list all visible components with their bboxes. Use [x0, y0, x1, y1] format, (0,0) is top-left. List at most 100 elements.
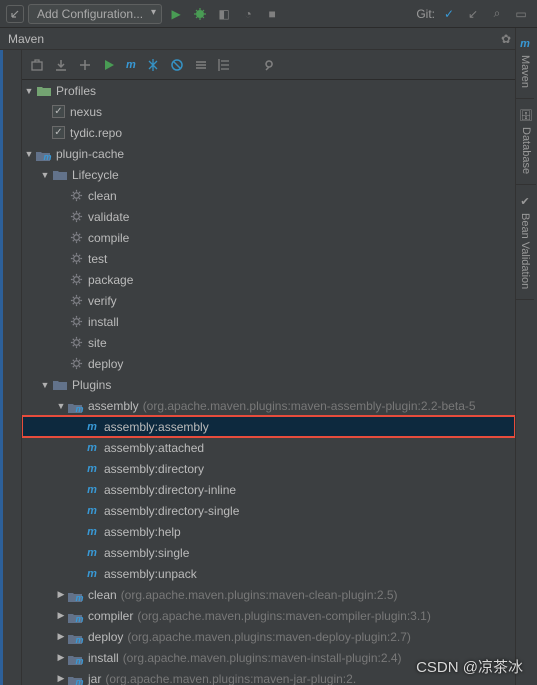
node-label: plugin-cache	[56, 147, 124, 161]
split-editor-button[interactable]: ▭	[511, 4, 531, 24]
left-accent	[0, 50, 3, 685]
tree-node-plugin[interactable]: ▶mdeploy(org.apache.maven.plugins:maven-…	[22, 626, 515, 647]
coverage-button[interactable]: ◧	[214, 4, 234, 24]
tree-node-lifecycle-phase[interactable]: ▶test	[22, 248, 515, 269]
tree-node-lifecycle-phase[interactable]: ▶site	[22, 332, 515, 353]
tree-node-plugin-goal[interactable]: ▶massembly:assembly	[22, 416, 515, 437]
node-label: validate	[88, 210, 129, 224]
gear-icon	[68, 272, 84, 288]
node-label: assembly:assembly	[104, 420, 209, 434]
maven-toolbar: m	[0, 50, 537, 80]
node-label: Lifecycle	[72, 168, 119, 182]
tree-node-plugin-goal[interactable]: ▶massembly:attached	[22, 437, 515, 458]
node-label: assembly:single	[104, 546, 189, 560]
node-sublabel: (org.apache.maven.plugins:maven-clean-pl…	[121, 588, 398, 602]
right-sidebar: mMaven 🗄Database ✔Bean Validation	[515, 28, 537, 685]
node-label: assembly:help	[104, 525, 181, 539]
checkbox-icon[interactable]	[52, 105, 65, 118]
tree-node-lifecycle-phase[interactable]: ▶verify	[22, 290, 515, 311]
profiler-button[interactable]: ◔	[238, 4, 258, 24]
maven-plugin-icon: m	[68, 629, 84, 645]
node-label: verify	[88, 294, 117, 308]
run-maven-build-icon[interactable]	[102, 58, 116, 72]
maven-plugin-icon: m	[68, 608, 84, 624]
tree-node-lifecycle-phase[interactable]: ▶deploy	[22, 353, 515, 374]
node-label: assembly:directory	[104, 462, 204, 476]
run-config-select[interactable]: Add Configuration...	[28, 4, 162, 24]
gear-icon	[68, 188, 84, 204]
node-label: assembly:directory-inline	[104, 483, 236, 497]
gear-icon	[68, 293, 84, 309]
node-label: compile	[88, 231, 129, 245]
tree-node-lifecycle[interactable]: ▼ Lifecycle	[22, 164, 515, 185]
gear-icon	[68, 314, 84, 330]
maven-plugin-icon: m	[68, 398, 84, 414]
show-dependencies-icon[interactable]	[194, 58, 208, 72]
tree-node-lifecycle-phase[interactable]: ▶package	[22, 269, 515, 290]
tree-node-plugin-goal[interactable]: ▶massembly:directory-single	[22, 500, 515, 521]
settings-icon[interactable]: ✿	[501, 32, 511, 46]
tree-node-lifecycle-phase[interactable]: ▶compile	[22, 227, 515, 248]
tree-node-lifecycle-phase[interactable]: ▶clean	[22, 185, 515, 206]
tree-node-plugin[interactable]: ▶mcompiler(org.apache.maven.plugins:mave…	[22, 605, 515, 626]
node-label: test	[88, 252, 107, 266]
maven-module-icon: m	[36, 146, 52, 162]
folder-icon	[36, 83, 52, 99]
node-label: compiler	[88, 609, 133, 623]
gear-icon	[68, 209, 84, 225]
node-sublabel: (org.apache.maven.plugins:maven-assembly…	[143, 399, 476, 413]
maven-plugin-icon: m	[68, 587, 84, 603]
collapse-all-icon[interactable]	[218, 58, 232, 72]
tree-node-plugin-goal[interactable]: ▶massembly:single	[22, 542, 515, 563]
tree-node-plugin-goal[interactable]: ▶massembly:unpack	[22, 563, 515, 584]
add-project-icon[interactable]	[78, 58, 92, 72]
node-sublabel: (org.apache.maven.plugins:maven-deploy-p…	[127, 630, 411, 644]
git-update-button[interactable]: ✓	[439, 4, 459, 24]
side-tab-maven[interactable]: mMaven	[516, 28, 534, 99]
download-sources-icon[interactable]	[54, 58, 68, 72]
node-label: install	[88, 315, 119, 329]
maven-goal-icon: m	[84, 482, 100, 498]
stop-button[interactable]: ■	[262, 4, 282, 24]
maven-goal-icon: m	[84, 461, 100, 477]
maven-goal-icon: m	[84, 419, 100, 435]
node-label: Plugins	[72, 378, 111, 392]
side-tab-bean-validation[interactable]: ✔Bean Validation	[516, 185, 534, 300]
tree-node-lifecycle-phase[interactable]: ▶validate	[22, 206, 515, 227]
execute-goal-icon[interactable]: m	[126, 59, 136, 71]
toggle-skip-tests-icon[interactable]	[146, 58, 160, 72]
checkbox-icon[interactable]	[52, 126, 65, 139]
git-branch-button[interactable]: ↙	[463, 4, 483, 24]
git-label: Git:	[416, 7, 435, 21]
tree-node-plugin-goal[interactable]: ▶massembly:directory-inline	[22, 479, 515, 500]
tree-node-plugins[interactable]: ▼ Plugins	[22, 374, 515, 395]
tree-node-plugin-goal[interactable]: ▶massembly:help	[22, 521, 515, 542]
generate-sources-icon[interactable]	[30, 58, 44, 72]
node-sublabel: (org.apache.maven.plugins:maven-install-…	[123, 651, 402, 665]
watermark: CSDN @凉茶冰	[416, 656, 523, 677]
gear-icon	[68, 230, 84, 246]
toggle-offline-icon[interactable]	[170, 58, 184, 72]
search-button[interactable]: ⌕	[487, 4, 507, 24]
run-button[interactable]: ▶	[166, 4, 186, 24]
panel-title: Maven	[8, 32, 44, 46]
debug-button[interactable]	[190, 4, 210, 24]
maven-goal-icon: m	[84, 503, 100, 519]
tree-node-plugin-assembly[interactable]: ▼ m assembly (org.apache.maven.plugins:m…	[22, 395, 515, 416]
maven-settings-icon[interactable]	[264, 58, 278, 72]
node-label: deploy	[88, 630, 123, 644]
node-label: clean	[88, 189, 117, 203]
maven-panel-header: Maven ✿ —	[0, 28, 537, 50]
tree-node-lifecycle-phase[interactable]: ▶install	[22, 311, 515, 332]
tree-node-project[interactable]: ▼ m plugin-cache	[22, 143, 515, 164]
tree-node-profile-item[interactable]: ▼ nexus	[22, 101, 515, 122]
tree-node-profile-item[interactable]: ▼ tydic.repo	[22, 122, 515, 143]
nav-back-button[interactable]	[6, 5, 24, 23]
maven-goal-icon: m	[84, 524, 100, 540]
side-tab-database[interactable]: 🗄Database	[516, 99, 536, 185]
tree-node-plugin[interactable]: ▶mclean(org.apache.maven.plugins:maven-c…	[22, 584, 515, 605]
tree-node-plugin-goal[interactable]: ▶massembly:directory	[22, 458, 515, 479]
tree-node-profiles[interactable]: ▼ Profiles	[22, 80, 515, 101]
node-label: tydic.repo	[70, 126, 122, 140]
gear-icon	[68, 356, 84, 372]
